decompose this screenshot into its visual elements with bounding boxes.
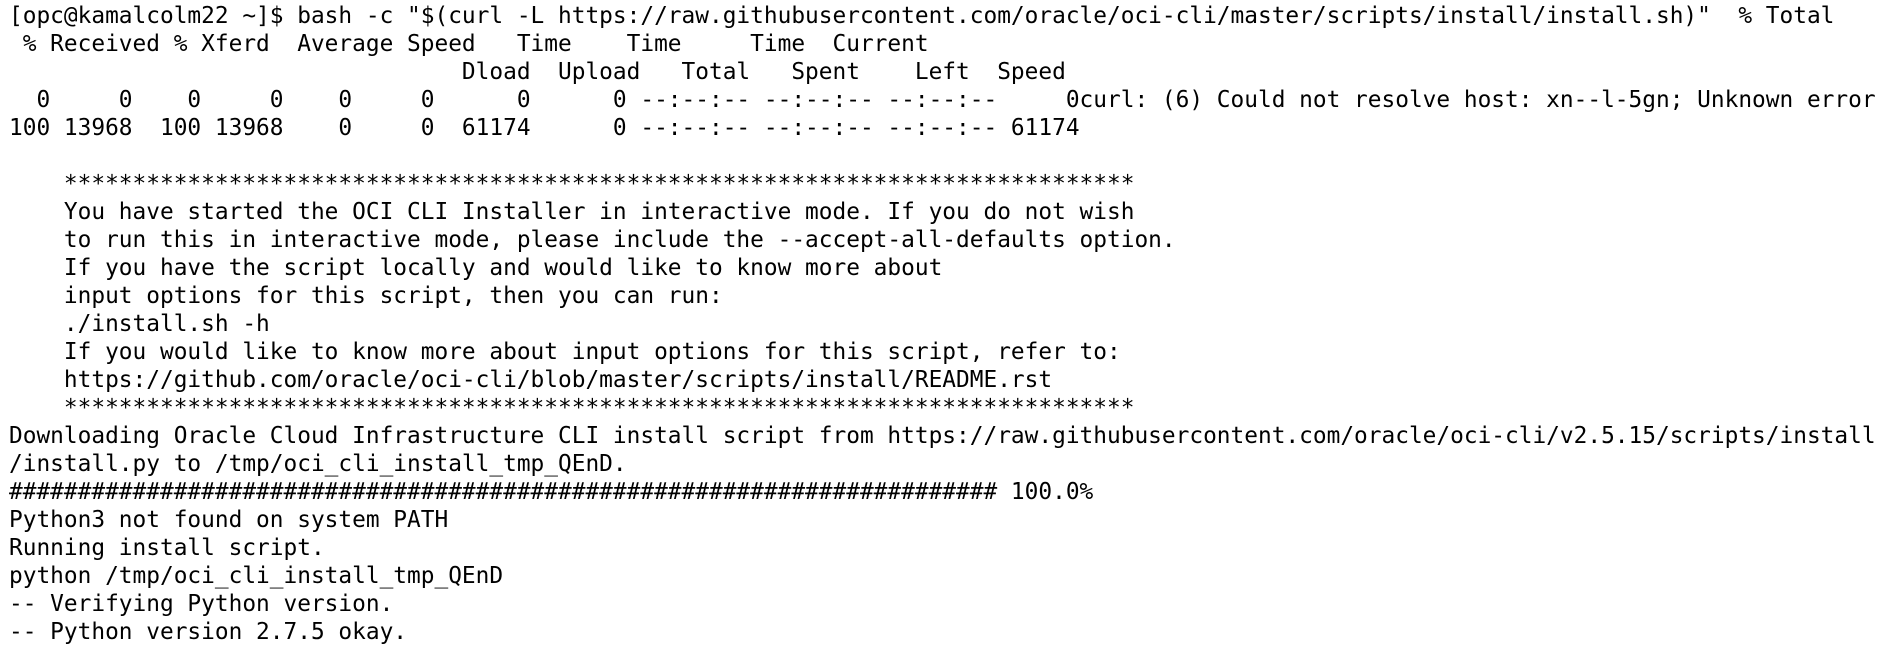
terminal-line-status: Running install script. bbox=[9, 535, 325, 561]
terminal-line-download-info: /install.py to /tmp/oci_cli_install_tmp_… bbox=[9, 451, 627, 477]
terminal-line-banner-text: You have started the OCI CLI Installer i… bbox=[9, 199, 1135, 225]
terminal-line-curl-header-1: % Received % Xferd Average Speed Time Ti… bbox=[9, 31, 929, 57]
terminal-line-command: [opc@kamalcolm22 ~]$ bash -c "$(curl -L … bbox=[9, 3, 1835, 29]
terminal-line-banner-border-top: ****************************************… bbox=[9, 171, 1135, 197]
terminal-line-banner-text: ./install.sh -h bbox=[9, 311, 270, 337]
terminal-line-banner-border-bottom: ****************************************… bbox=[9, 395, 1135, 421]
terminal-line-banner-text: If you have the script locally and would… bbox=[9, 255, 943, 281]
terminal-output: [opc@kamalcolm22 ~]$ bash -c "$(curl -L … bbox=[9, 2, 1876, 646]
terminal-line-banner-text: to run this in interactive mode, please … bbox=[9, 227, 1176, 253]
terminal-line-status: python /tmp/oci_cli_install_tmp_QEnD bbox=[9, 563, 504, 589]
terminal-line-banner-text: input options for this script, then you … bbox=[9, 283, 723, 309]
terminal-line-banner-text: If you would like to know more about inp… bbox=[9, 339, 1121, 365]
terminal-window[interactable]: [opc@kamalcolm22 ~]$ bash -c "$(curl -L … bbox=[0, 0, 1904, 648]
terminal-line-download-info: Downloading Oracle Cloud Infrastructure … bbox=[9, 423, 1876, 449]
terminal-line-status: -- Python version 2.7.5 okay. bbox=[9, 619, 408, 645]
terminal-line-curl-progress-complete: 100 13968 100 13968 0 0 61174 0 --:--:--… bbox=[9, 115, 1080, 141]
terminal-line-banner-url: https://github.com/oracle/oci-cli/blob/m… bbox=[9, 367, 1053, 393]
terminal-line-download-progress: ########################################… bbox=[9, 479, 1094, 505]
terminal-line-status: Python3 not found on system PATH bbox=[9, 507, 449, 533]
terminal-line-curl-header-2: Dload Upload Total Spent Left Speed bbox=[9, 59, 1066, 85]
terminal-line-status: -- Verifying Python version. bbox=[9, 591, 394, 617]
terminal-line-curl-progress-error: 0 0 0 0 0 0 0 0 --:--:-- --:--:-- --:--:… bbox=[9, 87, 1876, 113]
